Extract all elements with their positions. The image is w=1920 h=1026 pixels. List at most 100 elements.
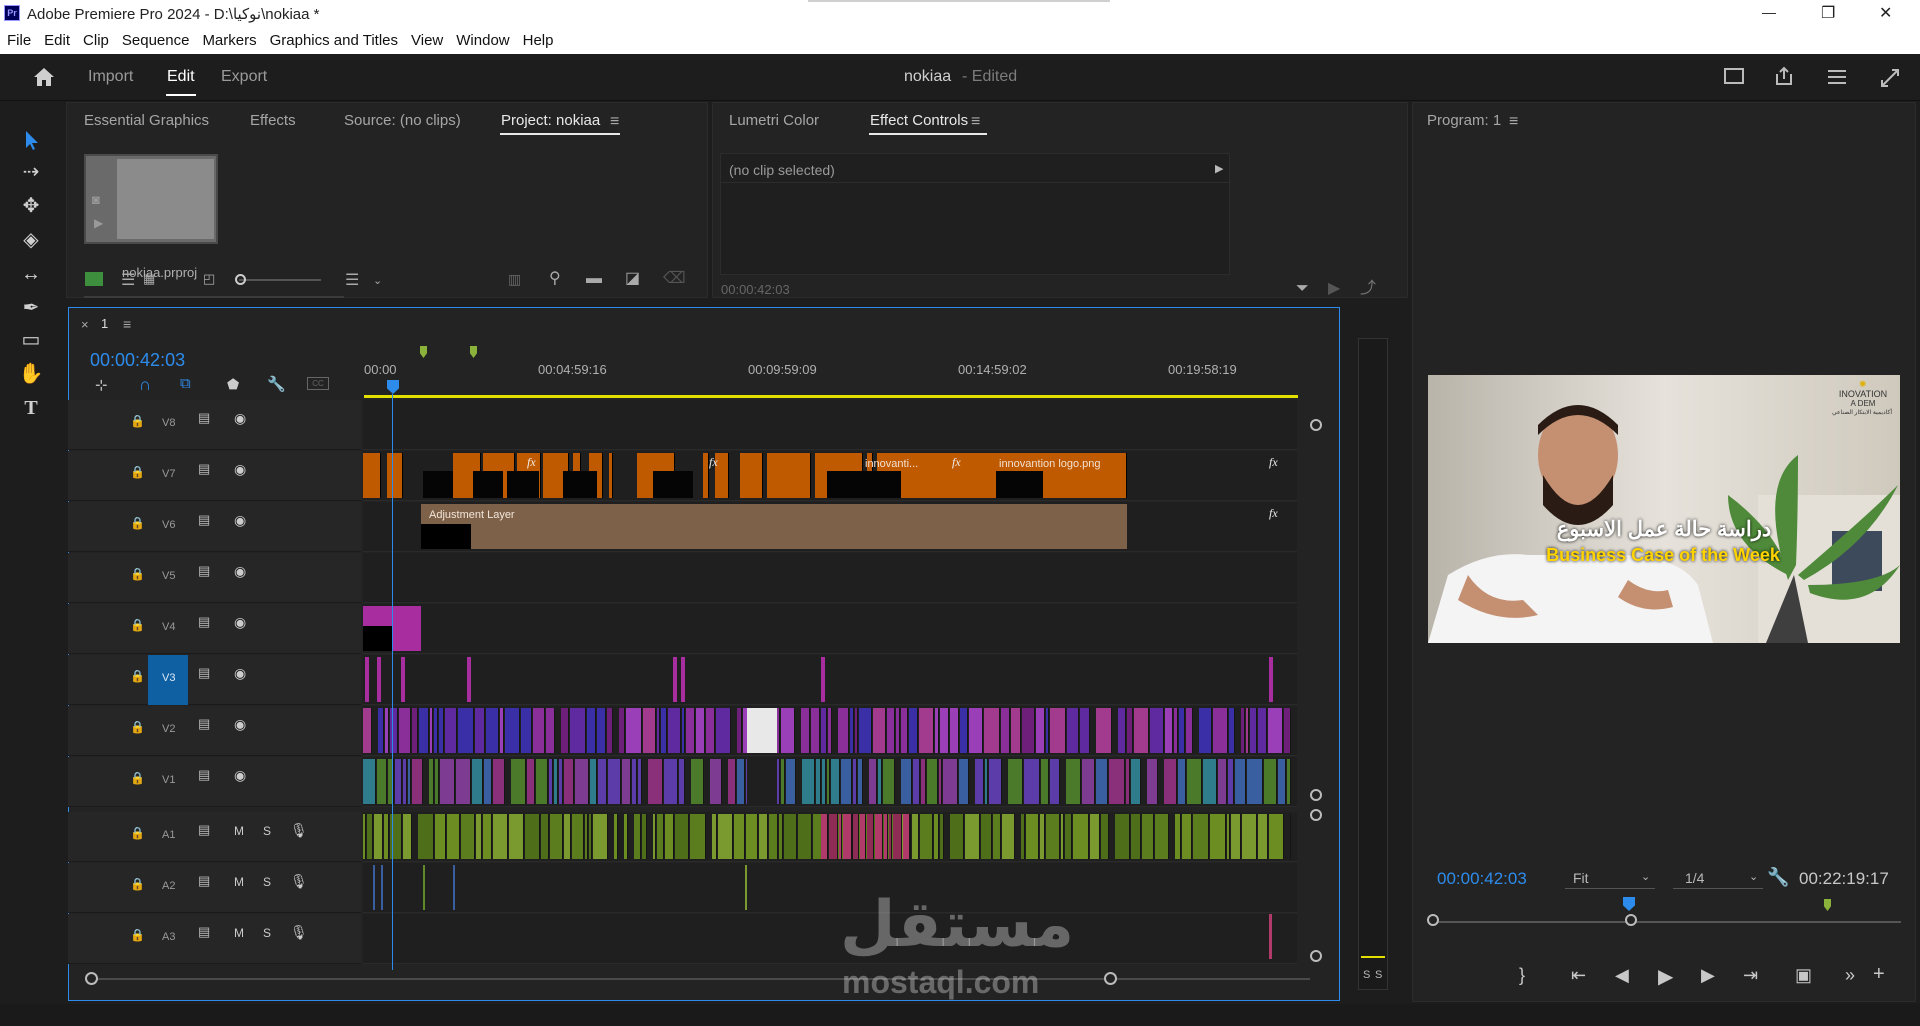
v2-clip[interactable] xyxy=(619,708,625,753)
a1-clip[interactable] xyxy=(853,814,859,859)
tab-export[interactable]: Export xyxy=(221,68,267,86)
quick-export-icon[interactable] xyxy=(1724,68,1744,84)
v2-clip[interactable] xyxy=(855,708,858,753)
v2-clip[interactable] xyxy=(940,708,949,753)
a1-clip[interactable] xyxy=(363,814,366,859)
fit-dropdown[interactable]: Fit ⌄ xyxy=(1565,869,1655,889)
a1-clip[interactable] xyxy=(493,814,508,859)
v7-clip[interactable] xyxy=(740,453,763,498)
v2-clip[interactable] xyxy=(399,708,411,753)
share-icon[interactable] xyxy=(1774,66,1794,86)
button-editor-icon[interactable]: + xyxy=(1873,963,1885,986)
a1-clip[interactable] xyxy=(476,814,482,859)
mark-out-button[interactable]: } xyxy=(1519,965,1525,986)
a1-clip[interactable] xyxy=(1115,814,1130,859)
v2-clip[interactable] xyxy=(1050,708,1066,753)
v1-clip[interactable] xyxy=(1264,759,1277,804)
v2-clip[interactable] xyxy=(445,708,457,753)
close-window-button[interactable]: ✕ xyxy=(1879,3,1892,23)
v2-clip[interactable] xyxy=(434,708,438,753)
sync-lock-icon[interactable]: ▤ xyxy=(198,563,210,579)
v1-clip[interactable] xyxy=(1164,759,1177,804)
a1-clip[interactable] xyxy=(893,814,902,859)
v2-clip[interactable] xyxy=(896,708,900,753)
v2-clip[interactable] xyxy=(984,708,1000,753)
v2-clip[interactable] xyxy=(505,708,520,753)
v2-clip[interactable] xyxy=(1150,708,1164,753)
v2-clip[interactable] xyxy=(901,708,908,753)
v1-clip[interactable] xyxy=(472,759,483,804)
zoom-slider-track[interactable] xyxy=(239,279,321,281)
linked-selection-icon[interactable]: ⧉ xyxy=(180,375,191,392)
track-select-tool-icon[interactable]: ⇢ xyxy=(17,158,45,186)
v1-clip[interactable] xyxy=(1228,759,1234,804)
v2-clip[interactable] xyxy=(521,708,532,753)
v1-clip[interactable] xyxy=(493,759,505,804)
a3-clip[interactable] xyxy=(1269,914,1272,959)
v7-clip[interactable] xyxy=(609,453,613,498)
a1-clip[interactable] xyxy=(718,814,733,859)
timeline-hscroll-end[interactable] xyxy=(1104,972,1117,985)
v2-clip[interactable] xyxy=(486,708,499,753)
a1-clip[interactable] xyxy=(903,814,910,859)
v3-clip[interactable] xyxy=(673,657,677,702)
v2-clip[interactable] xyxy=(587,708,596,753)
menu-edit[interactable]: Edit xyxy=(37,28,76,49)
v2-clip[interactable] xyxy=(419,708,429,753)
v1-clip[interactable] xyxy=(622,759,631,804)
a1-clip[interactable] xyxy=(461,814,475,859)
v1-clip[interactable] xyxy=(939,759,942,804)
microphone-icon[interactable]: 🎙 xyxy=(290,822,308,839)
sequence-tab[interactable]: 1 xyxy=(101,316,108,331)
program-in-marker[interactable] xyxy=(1824,899,1831,911)
v2-clip[interactable] xyxy=(887,708,895,753)
more-controls-button[interactable]: » xyxy=(1845,965,1855,986)
a1-clip[interactable] xyxy=(1026,814,1039,859)
v2-clip[interactable] xyxy=(1213,708,1228,753)
v2-clip[interactable] xyxy=(811,708,820,753)
v1-clip[interactable] xyxy=(858,759,863,804)
menu-graphics-and-titles[interactable]: Graphics and Titles xyxy=(263,28,404,49)
timeline-settings-icon[interactable]: 🔧 xyxy=(267,375,286,393)
v1-clip[interactable] xyxy=(959,759,969,804)
a1-clip[interactable] xyxy=(509,814,524,859)
fullscreen-icon[interactable] xyxy=(1880,68,1900,88)
snap-icon[interactable]: ∩ xyxy=(139,375,151,395)
v1-clip[interactable] xyxy=(598,759,607,804)
v2-clip[interactable] xyxy=(838,708,849,753)
v1-clip[interactable] xyxy=(559,759,563,804)
timeline-close-icon[interactable]: × xyxy=(81,317,89,332)
v2-clip[interactable] xyxy=(458,708,474,753)
tab-project[interactable]: Project: nokiaa xyxy=(501,112,600,129)
a1-clip[interactable] xyxy=(1073,814,1089,859)
sync-lock-icon[interactable]: ▤ xyxy=(198,767,210,783)
v1-clip[interactable] xyxy=(927,759,938,804)
program-settings-icon[interactable]: 🔧 xyxy=(1767,867,1789,888)
a1-clip[interactable] xyxy=(367,814,373,859)
a2-clip[interactable] xyxy=(453,865,455,910)
sync-lock-icon[interactable]: ▤ xyxy=(198,924,210,940)
v1-clip[interactable] xyxy=(554,759,558,804)
a1-clip[interactable] xyxy=(981,814,992,859)
v1-clip[interactable] xyxy=(395,759,402,804)
program-scrub-bar[interactable] xyxy=(1433,921,1901,923)
v2-clip[interactable] xyxy=(1284,708,1291,753)
v2-clip[interactable] xyxy=(533,708,545,753)
v2-clip[interactable] xyxy=(1036,708,1045,753)
program-scrub-end[interactable] xyxy=(1625,914,1637,926)
a1-clip[interactable] xyxy=(798,814,812,859)
v1-clip[interactable] xyxy=(1187,759,1202,804)
a1-clip[interactable] xyxy=(993,814,1001,859)
ripple-edit-tool-icon[interactable]: ✥ xyxy=(17,192,45,220)
v2-clip[interactable] xyxy=(1174,708,1178,753)
a1-clip[interactable] xyxy=(920,814,933,859)
video-vscroll-bottom[interactable] xyxy=(1310,789,1322,801)
v1-clip[interactable] xyxy=(1041,759,1049,804)
v1-clip[interactable] xyxy=(853,759,857,804)
a2-clip[interactable] xyxy=(381,865,383,910)
meter-solo-left[interactable]: S xyxy=(1363,969,1370,981)
find-icon[interactable]: ⚲ xyxy=(549,271,561,287)
v2-clip[interactable] xyxy=(737,708,742,753)
a1-clip[interactable] xyxy=(1210,814,1226,859)
lock-icon[interactable]: 🔒 xyxy=(130,465,145,479)
